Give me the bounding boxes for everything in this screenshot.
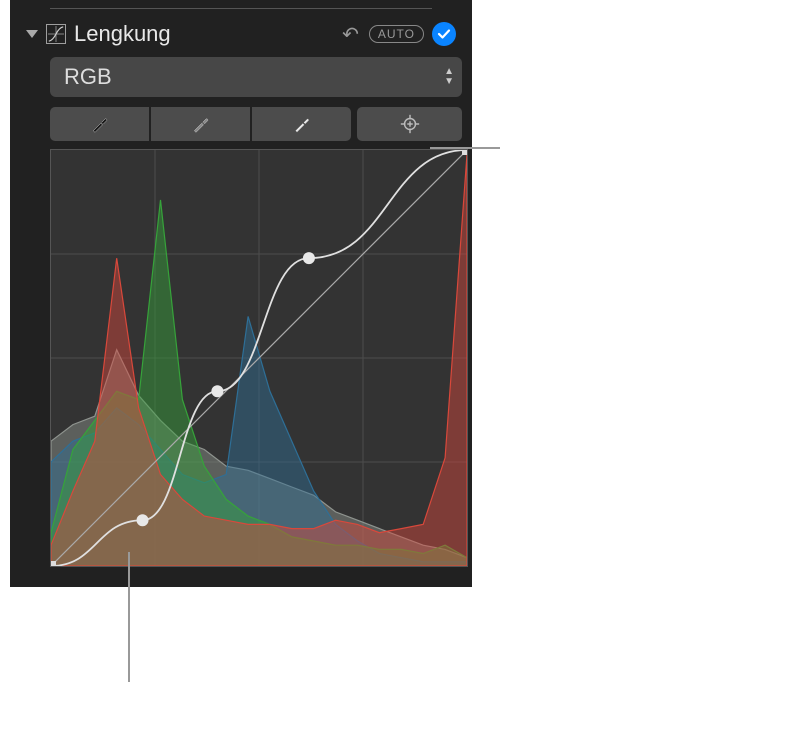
channel-label: RGB <box>64 64 444 90</box>
eyedropper-black-button[interactable] <box>50 107 149 141</box>
panel-title: Lengkung <box>74 21 332 47</box>
curve-endpoint[interactable] <box>51 561 56 566</box>
panel-header: Lengkung ↶ AUTO <box>20 19 462 57</box>
undo-icon[interactable]: ↶ <box>340 22 361 47</box>
callout-leader <box>128 552 130 682</box>
auto-button[interactable]: AUTO <box>369 25 424 43</box>
curves-icon <box>46 24 66 44</box>
enabled-checkmark[interactable] <box>432 22 456 46</box>
curves-histogram[interactable] <box>50 149 468 567</box>
chevron-up-down-icon: ▲▼ <box>444 68 454 86</box>
histogram-canvas[interactable] <box>51 150 467 566</box>
callout-leader <box>430 147 500 149</box>
add-point-button[interactable] <box>357 107 462 141</box>
divider <box>50 8 432 19</box>
eyedropper-white-button[interactable] <box>252 107 351 141</box>
eyedropper-gray-button[interactable] <box>151 107 250 141</box>
curve-endpoint[interactable] <box>462 150 467 155</box>
channel-select[interactable]: RGB ▲▼ <box>50 57 462 97</box>
curves-panel: Lengkung ↶ AUTO RGB ▲▼ <box>10 0 472 587</box>
eyedropper-toolbar <box>50 107 462 141</box>
disclosure-triangle[interactable] <box>26 30 38 38</box>
eyedropper-group <box>50 107 351 141</box>
curve-point[interactable] <box>137 514 149 526</box>
panel-content: RGB ▲▼ <box>50 57 462 567</box>
curve-point[interactable] <box>303 252 315 264</box>
curve-point[interactable] <box>211 385 223 397</box>
